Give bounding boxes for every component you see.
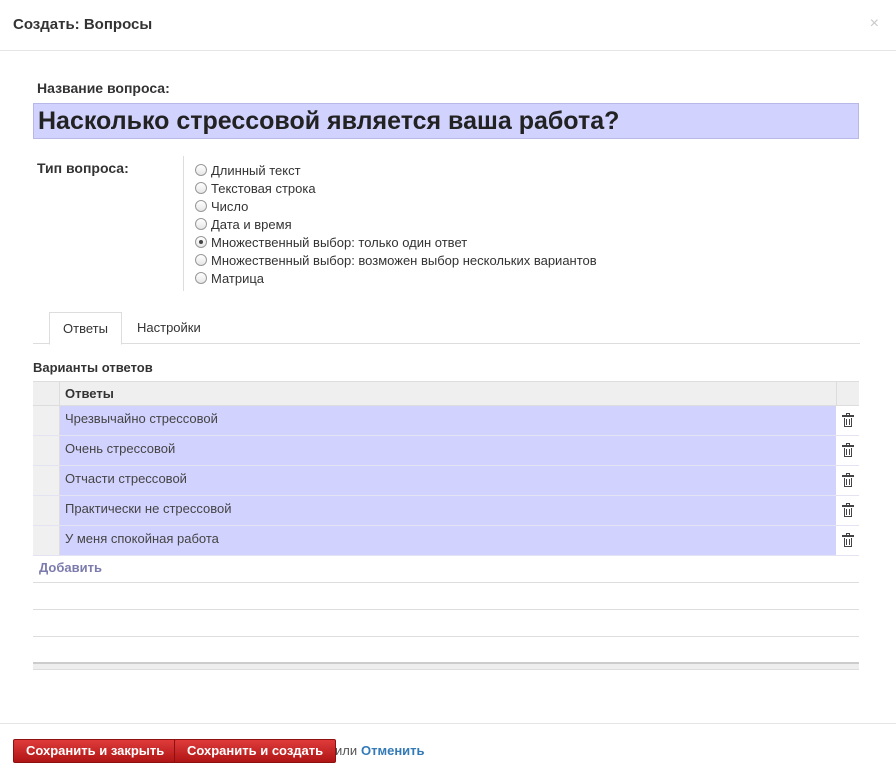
row-drag-handle[interactable] — [33, 496, 60, 525]
row-drag-handle[interactable] — [33, 436, 60, 465]
trash-icon — [841, 443, 854, 457]
grid-header: Ответы — [33, 381, 859, 406]
question-type-radio-group: Длинный текст Текстовая строка Число Дат… — [183, 156, 597, 291]
answer-cell[interactable]: У меня спокойная работа — [60, 526, 836, 555]
question-name-input[interactable] — [33, 103, 859, 139]
close-icon[interactable]: × — [870, 15, 879, 33]
radio-icon[interactable] — [195, 254, 207, 266]
tab-settings[interactable]: Настройки — [124, 312, 214, 344]
delete-row-button[interactable] — [836, 406, 859, 435]
table-row: Чрезвычайно стрессовой — [33, 406, 859, 436]
grid-divider — [33, 582, 859, 583]
radio-icon[interactable] — [195, 164, 207, 176]
trash-icon — [841, 413, 854, 427]
question-type-option[interactable]: Длинный текст — [195, 161, 597, 179]
answer-cell[interactable]: Отчасти стрессовой — [60, 466, 836, 495]
tab-bar: Ответы Настройки — [33, 312, 860, 345]
table-row: У меня спокойная работа — [33, 526, 859, 556]
radio-icon[interactable] — [195, 200, 207, 212]
trash-icon — [841, 533, 854, 547]
answers-grid: Ответы Чрезвычайно стрессовой Очень стре… — [33, 381, 859, 556]
answer-cell[interactable]: Чрезвычайно стрессовой — [60, 406, 836, 435]
row-drag-handle[interactable] — [33, 466, 60, 495]
cancel-link[interactable]: Отменить — [361, 743, 425, 758]
question-type-option[interactable]: Множественный выбор: возможен выбор неск… — [195, 251, 597, 269]
save-and-close-button[interactable]: Сохранить и закрыть — [13, 739, 178, 763]
trash-icon — [841, 473, 854, 487]
radio-icon[interactable] — [195, 182, 207, 194]
grid-footer — [33, 662, 859, 670]
question-name-label: Название вопроса: — [37, 80, 170, 96]
delete-row-button[interactable] — [836, 496, 859, 525]
dialog-footer: Сохранить и закрыть Сохранить и создать … — [0, 723, 896, 772]
radio-checked-icon[interactable] — [195, 236, 207, 248]
question-type-option[interactable]: Число — [195, 197, 597, 215]
answer-cell[interactable]: Практически не стрессовой — [60, 496, 836, 525]
table-row: Практически не стрессовой — [33, 496, 859, 526]
dialog-title: Создать: Вопросы — [13, 16, 153, 33]
tab-answers[interactable]: Ответы — [49, 312, 122, 345]
answers-section-title: Варианты ответов — [33, 360, 153, 375]
dialog-header: Создать: Вопросы × — [0, 0, 896, 51]
grid-header-handle — [33, 382, 60, 405]
question-type-label: Тип вопроса: — [37, 160, 129, 176]
add-answer-link[interactable]: Добавить — [39, 560, 102, 575]
grid-header-delete — [836, 382, 859, 405]
question-type-option[interactable]: Матрица — [195, 269, 597, 287]
grid-divider — [33, 609, 859, 610]
delete-row-button[interactable] — [836, 526, 859, 555]
row-drag-handle[interactable] — [33, 526, 60, 555]
question-type-option[interactable]: Множественный выбор: только один ответ — [195, 233, 597, 251]
column-header-answers: Ответы — [65, 386, 114, 401]
delete-row-button[interactable] — [836, 466, 859, 495]
question-type-option[interactable]: Дата и время — [195, 215, 597, 233]
answer-cell[interactable]: Очень стрессовой — [60, 436, 836, 465]
grid-divider — [33, 636, 859, 637]
delete-row-button[interactable] — [836, 436, 859, 465]
trash-icon — [841, 503, 854, 517]
radio-icon[interactable] — [195, 218, 207, 230]
or-text: или — [335, 743, 358, 758]
row-drag-handle[interactable] — [33, 406, 60, 435]
radio-icon[interactable] — [195, 272, 207, 284]
question-type-option[interactable]: Текстовая строка — [195, 179, 597, 197]
table-row: Очень стрессовой — [33, 436, 859, 466]
table-row: Отчасти стрессовой — [33, 466, 859, 496]
save-and-new-button[interactable]: Сохранить и создать — [174, 739, 337, 763]
